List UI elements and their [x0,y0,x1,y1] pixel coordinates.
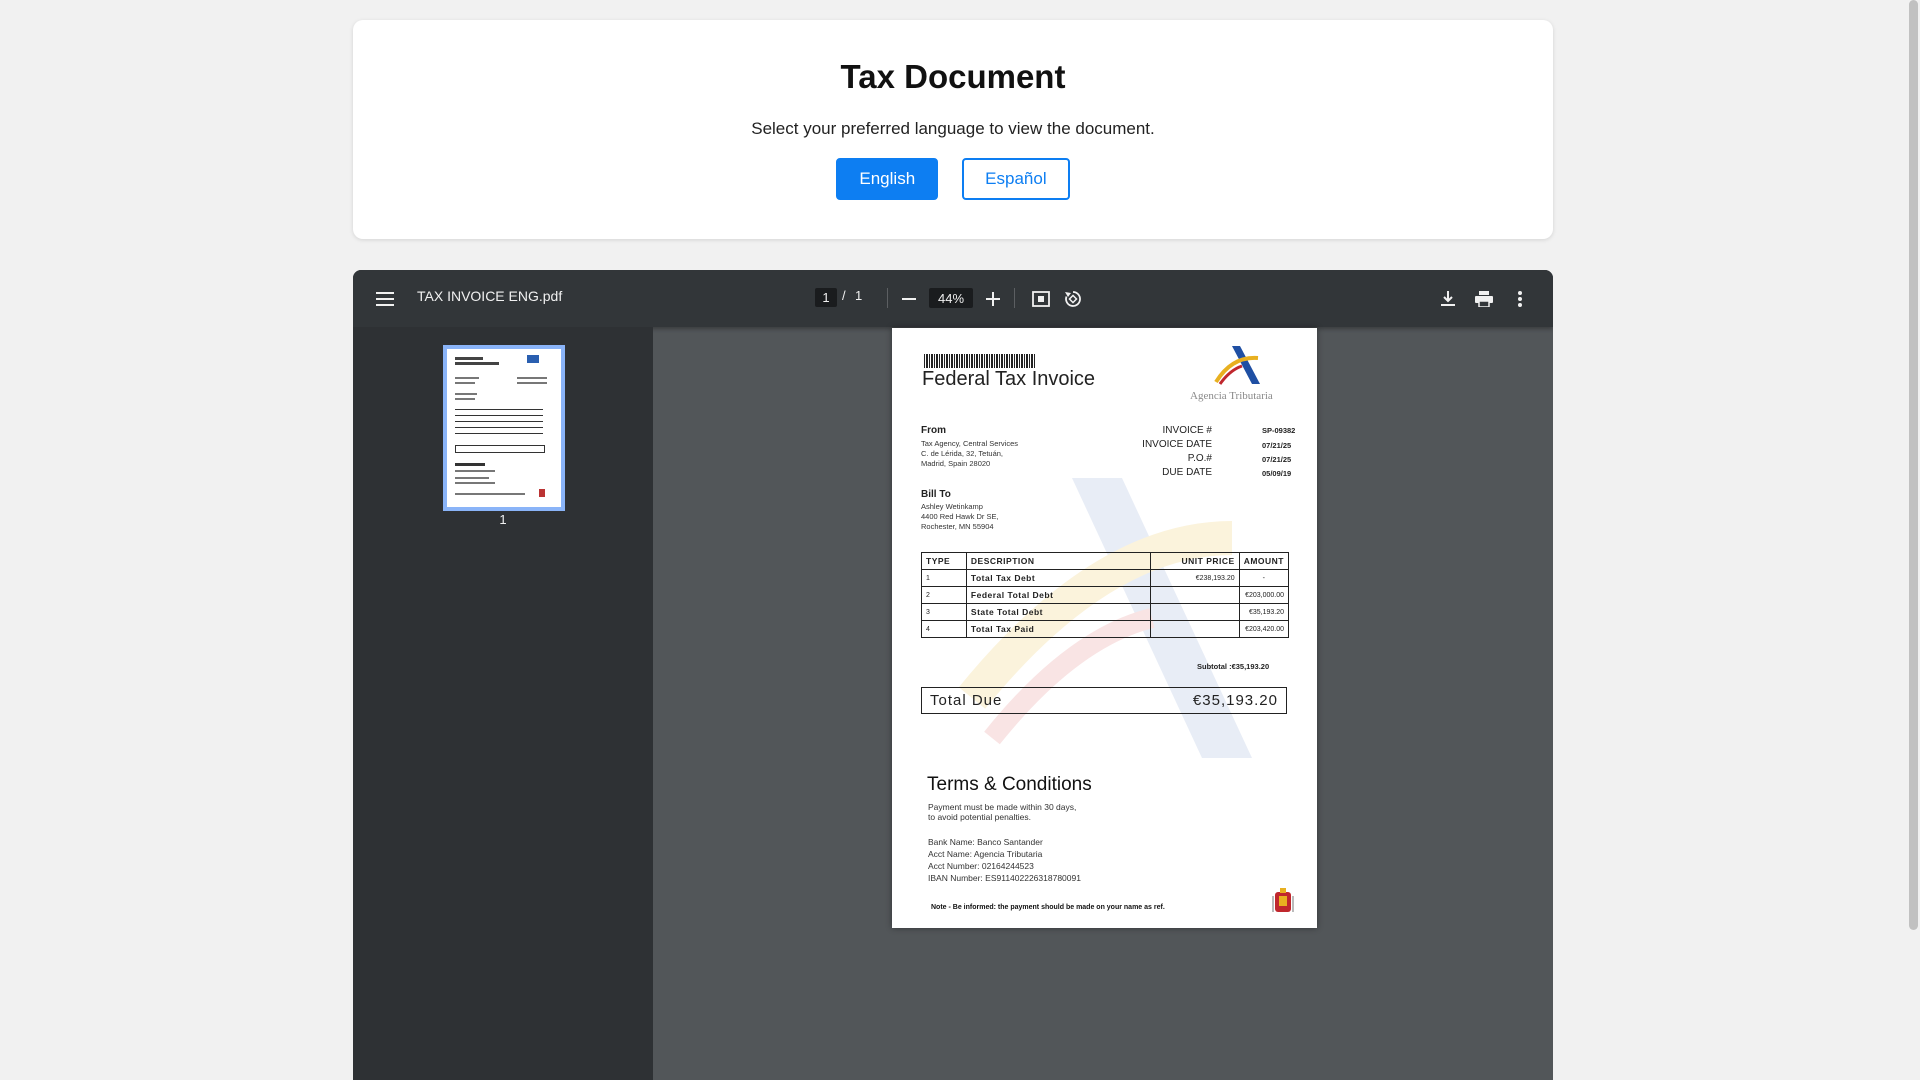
download-icon[interactable] [1438,289,1458,309]
agency-logo-text: Agencia Tributaria [1190,390,1273,402]
scrollbar-thumb[interactable] [1909,0,1918,930]
page-title: Tax Document [840,58,1066,95]
total-due-value: €35,193.20 [1192,692,1278,709]
payment-note: Note - Be informed: the payment should b… [931,904,1165,911]
pdf-toolbar: TAX INVOICE ENG.pdf 1 / 1 44% [353,270,1553,327]
file-name: TAX INVOICE ENG.pdf [417,288,563,304]
table-row: 1 Total Tax Debt €238,193.20 - [921,569,1290,587]
subtotal: Subtotal :€35,193.20 [1197,662,1270,671]
terms-title: Terms & Conditions [927,774,1092,795]
table-row: 2 Federal Total Debt €203,000.00 [921,586,1290,604]
bill-to-address: Ashley Wetinkamp 4400 Red Hawk Dr SE, Ro… [921,502,999,531]
page-number-input[interactable]: 1 [815,288,837,307]
invoice-number-label: INVOICE # [1162,425,1212,436]
invoice-number-value: SP-09382 [1262,426,1296,435]
page-subtitle: Select your preferred language to view t… [751,119,1155,138]
table-row: 4 Total Tax Paid €203,420.00 [921,620,1290,638]
rotate-icon[interactable] [1063,289,1083,309]
invoice-date-value: 07/21/25 [1262,441,1292,450]
bank-details: Bank Name: Banco Santander Acct Name: Ag… [928,837,1081,883]
table-header: UNIT PRICE [1150,552,1240,570]
invoice-title: Federal Tax Invoice [922,368,1096,390]
due-date-value: 05/09/19 [1262,469,1292,478]
table-header: TYPE [921,552,967,570]
thumbnail-page-number: 1 [499,512,507,527]
zoom-out-icon[interactable] [899,289,919,309]
language-card: Tax Document Select your preferred langu… [353,20,1553,239]
zoom-input[interactable]: 44% [929,288,973,308]
pdf-page: Federal Tax Invoice Agencia Tributaria F… [892,328,1317,928]
thumbnail-sidebar: 1 [353,327,653,1080]
page-scrollbar[interactable] [1907,0,1920,1080]
toolbar-divider [1014,288,1015,308]
table-header: AMOUNT [1238,552,1290,570]
language-buttons: English Español [353,158,1553,200]
zoom-in-icon[interactable] [983,289,1003,309]
po-label: P.O.# [1187,453,1212,464]
english-button[interactable]: English [836,158,939,200]
page-thumbnail[interactable] [443,345,565,511]
invoice-table: TYPE DESCRIPTION UNIT PRICE AMOUNT 1 Tot… [921,552,1290,638]
total-due-label: Total Due [930,692,1003,709]
page-total: 1 [855,288,863,303]
table-row: 3 State Total Debt €35,193.20 [921,603,1290,621]
invoice-date-label: INVOICE DATE [1142,439,1212,450]
due-date-label: DUE DATE [1162,467,1212,478]
fit-page-icon[interactable] [1031,289,1051,309]
bill-to-label: Bill To [921,489,951,500]
more-options-icon[interactable] [1510,289,1530,309]
toolbar-divider [887,288,888,308]
table-header: DESCRIPTION [965,552,1152,570]
page-separator: / [842,288,846,303]
spanish-button[interactable]: Español [962,158,1070,200]
barcode [924,354,1036,368]
pdf-viewer: TAX INVOICE ENG.pdf 1 / 1 44% 1 Federal … [353,270,1553,1080]
coat-of-arms-icon [1272,888,1294,912]
print-icon[interactable] [1474,289,1494,309]
terms-text: Payment must be made within 30 days, to … [928,802,1077,822]
menu-icon[interactable] [375,289,395,309]
agency-logo-icon [1214,346,1260,385]
po-value: 07/21/25 [1262,455,1292,464]
total-due-box: Total Due €35,193.20 [921,687,1287,714]
from-address: Tax Agency, Central Services C. de Lérid… [921,439,1018,468]
from-label: From [921,425,946,436]
